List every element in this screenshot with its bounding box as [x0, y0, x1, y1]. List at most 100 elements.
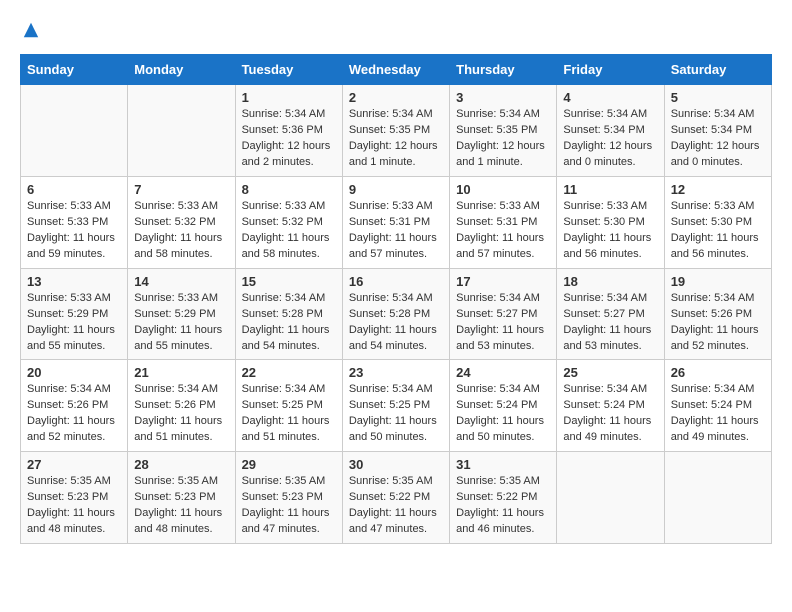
day-number: 22	[242, 365, 336, 380]
day-info: Sunrise: 5:34 AM Sunset: 5:25 PM Dayligh…	[242, 382, 336, 446]
day-info: Sunrise: 5:33 AM Sunset: 5:30 PM Dayligh…	[671, 199, 765, 263]
day-number: 24	[456, 365, 550, 380]
day-info: Sunrise: 5:35 AM Sunset: 5:23 PM Dayligh…	[27, 474, 121, 538]
day-info: Sunrise: 5:34 AM Sunset: 5:35 PM Dayligh…	[456, 107, 550, 171]
calendar-cell: 20Sunrise: 5:34 AM Sunset: 5:26 PM Dayli…	[21, 360, 128, 452]
day-info: Sunrise: 5:35 AM Sunset: 5:22 PM Dayligh…	[456, 474, 550, 538]
day-info: Sunrise: 5:33 AM Sunset: 5:30 PM Dayligh…	[563, 199, 657, 263]
day-number: 19	[671, 274, 765, 289]
logo-text	[20, 20, 40, 44]
day-info: Sunrise: 5:33 AM Sunset: 5:31 PM Dayligh…	[349, 199, 443, 263]
day-info: Sunrise: 5:35 AM Sunset: 5:22 PM Dayligh…	[349, 474, 443, 538]
col-header-tuesday: Tuesday	[235, 55, 342, 85]
calendar-cell: 14 Sunrise: 5:33 AM Sunset: 5:29 PM Dayli…	[128, 268, 235, 360]
day-number: 1	[242, 90, 336, 105]
day-info: Sunrise: 5:34 AM Sunset: 5:34 PM Dayligh…	[563, 107, 657, 171]
day-info: Sunrise: 5:34 AM Sunset: 5:27 PM Dayligh…	[456, 291, 550, 355]
day-number: 3	[456, 90, 550, 105]
calendar-cell: 5 Sunrise: 5:34 AM Sunset: 5:34 PM Daylig…	[664, 85, 771, 177]
calendar-cell: 10 Sunrise: 5:33 AM Sunset: 5:31 PM Dayli…	[450, 176, 557, 268]
col-header-wednesday: Wednesday	[342, 55, 449, 85]
day-number: 10	[456, 182, 550, 197]
day-info: Sunrise: 5:33 AM Sunset: 5:32 PM Dayligh…	[134, 199, 228, 263]
day-number: 31	[456, 457, 550, 472]
calendar-cell: 27Sunrise: 5:35 AM Sunset: 5:23 PM Dayli…	[21, 452, 128, 544]
day-info: Sunrise: 5:34 AM Sunset: 5:26 PM Dayligh…	[134, 382, 228, 446]
day-number: 18	[563, 274, 657, 289]
day-number: 13	[27, 274, 121, 289]
calendar-cell: 16 Sunrise: 5:34 AM Sunset: 5:28 PM Dayli…	[342, 268, 449, 360]
day-number: 23	[349, 365, 443, 380]
calendar-cell: 30 Sunrise: 5:35 AM Sunset: 5:22 PM Dayli…	[342, 452, 449, 544]
day-info: Sunrise: 5:34 AM Sunset: 5:28 PM Dayligh…	[242, 291, 336, 355]
day-info: Sunrise: 5:33 AM Sunset: 5:29 PM Dayligh…	[27, 291, 121, 355]
calendar-cell: 28 Sunrise: 5:35 AM Sunset: 5:23 PM Dayli…	[128, 452, 235, 544]
day-number: 26	[671, 365, 765, 380]
calendar-cell: 3 Sunrise: 5:34 AM Sunset: 5:35 PM Daylig…	[450, 85, 557, 177]
calendar-cell: 22 Sunrise: 5:34 AM Sunset: 5:25 PM Dayli…	[235, 360, 342, 452]
day-number: 16	[349, 274, 443, 289]
page-header	[20, 20, 772, 44]
col-header-saturday: Saturday	[664, 55, 771, 85]
header-row: SundayMondayTuesdayWednesdayThursdayFrid…	[21, 55, 772, 85]
day-number: 28	[134, 457, 228, 472]
day-number: 15	[242, 274, 336, 289]
calendar-cell: 19 Sunrise: 5:34 AM Sunset: 5:26 PM Dayli…	[664, 268, 771, 360]
day-number: 11	[563, 182, 657, 197]
day-info: Sunrise: 5:34 AM Sunset: 5:26 PM Dayligh…	[671, 291, 765, 355]
calendar-cell: 18 Sunrise: 5:34 AM Sunset: 5:27 PM Dayli…	[557, 268, 664, 360]
day-number: 5	[671, 90, 765, 105]
day-number: 2	[349, 90, 443, 105]
calendar-cell: 2 Sunrise: 5:34 AM Sunset: 5:35 PM Daylig…	[342, 85, 449, 177]
col-header-monday: Monday	[128, 55, 235, 85]
calendar-cell: 9 Sunrise: 5:33 AM Sunset: 5:31 PM Daylig…	[342, 176, 449, 268]
calendar-cell: 25Sunrise: 5:34 AM Sunset: 5:24 PM Dayli…	[557, 360, 664, 452]
day-number: 9	[349, 182, 443, 197]
calendar-cell: 8 Sunrise: 5:33 AM Sunset: 5:32 PM Daylig…	[235, 176, 342, 268]
day-number: 12	[671, 182, 765, 197]
logo	[20, 20, 40, 44]
day-info: Sunrise: 5:33 AM Sunset: 5:33 PM Dayligh…	[27, 199, 121, 263]
logo-icon	[22, 21, 40, 39]
calendar-cell: 31 Sunrise: 5:35 AM Sunset: 5:22 PM Dayli…	[450, 452, 557, 544]
week-row-2: 6 Sunrise: 5:33 AM Sunset: 5:33 PM Daylig…	[21, 176, 772, 268]
calendar-cell	[128, 85, 235, 177]
day-info: Sunrise: 5:35 AM Sunset: 5:23 PM Dayligh…	[242, 474, 336, 538]
day-info: Sunrise: 5:33 AM Sunset: 5:29 PM Dayligh…	[134, 291, 228, 355]
calendar-table: SundayMondayTuesdayWednesdayThursdayFrid…	[20, 54, 772, 544]
calendar-cell: 11 Sunrise: 5:33 AM Sunset: 5:30 PM Dayli…	[557, 176, 664, 268]
day-info: Sunrise: 5:34 AM Sunset: 5:34 PM Dayligh…	[671, 107, 765, 171]
calendar-cell: 26Sunrise: 5:34 AM Sunset: 5:24 PM Dayli…	[664, 360, 771, 452]
day-number: 6	[27, 182, 121, 197]
day-number: 8	[242, 182, 336, 197]
week-row-1: 1 Sunrise: 5:34 AM Sunset: 5:36 PM Daylig…	[21, 85, 772, 177]
calendar-cell	[557, 452, 664, 544]
day-info: Sunrise: 5:34 AM Sunset: 5:28 PM Dayligh…	[349, 291, 443, 355]
week-row-3: 13 Sunrise: 5:33 AM Sunset: 5:29 PM Dayli…	[21, 268, 772, 360]
day-info: Sunrise: 5:34 AM Sunset: 5:35 PM Dayligh…	[349, 107, 443, 171]
day-info: Sunrise: 5:34 AM Sunset: 5:36 PM Dayligh…	[242, 107, 336, 171]
day-info: Sunrise: 5:33 AM Sunset: 5:31 PM Dayligh…	[456, 199, 550, 263]
col-header-friday: Friday	[557, 55, 664, 85]
calendar-cell: 17 Sunrise: 5:34 AM Sunset: 5:27 PM Dayli…	[450, 268, 557, 360]
calendar-cell: 12 Sunrise: 5:33 AM Sunset: 5:30 PM Dayli…	[664, 176, 771, 268]
calendar-cell: 29Sunrise: 5:35 AM Sunset: 5:23 PM Dayli…	[235, 452, 342, 544]
week-row-4: 20 Sunrise: 5:34 AM Sunset: 5:26 PM Dayli…	[21, 360, 772, 452]
day-info: Sunrise: 5:34 AM Sunset: 5:27 PM Dayligh…	[563, 291, 657, 355]
day-number: 17	[456, 274, 550, 289]
calendar-cell: 24 Sunrise: 5:34 AM Sunset: 5:24 PM Dayli…	[450, 360, 557, 452]
calendar-cell: 7 Sunrise: 5:33 AM Sunset: 5:32 PM Daylig…	[128, 176, 235, 268]
col-header-thursday: Thursday	[450, 55, 557, 85]
day-number: 7	[134, 182, 228, 197]
day-number: 30	[349, 457, 443, 472]
day-number: 20	[27, 365, 121, 380]
day-info: Sunrise: 5:35 AM Sunset: 5:23 PM Dayligh…	[134, 474, 228, 538]
col-header-sunday: Sunday	[21, 55, 128, 85]
day-info: Sunrise: 5:34 AM Sunset: 5:24 PM Dayligh…	[563, 382, 657, 446]
day-info: Sunrise: 5:33 AM Sunset: 5:32 PM Dayligh…	[242, 199, 336, 263]
day-number: 21	[134, 365, 228, 380]
week-row-5: 27Sunrise: 5:35 AM Sunset: 5:23 PM Dayli…	[21, 452, 772, 544]
day-info: Sunrise: 5:34 AM Sunset: 5:24 PM Dayligh…	[456, 382, 550, 446]
day-number: 14	[134, 274, 228, 289]
calendar-cell: 13 Sunrise: 5:33 AM Sunset: 5:29 PM Dayli…	[21, 268, 128, 360]
